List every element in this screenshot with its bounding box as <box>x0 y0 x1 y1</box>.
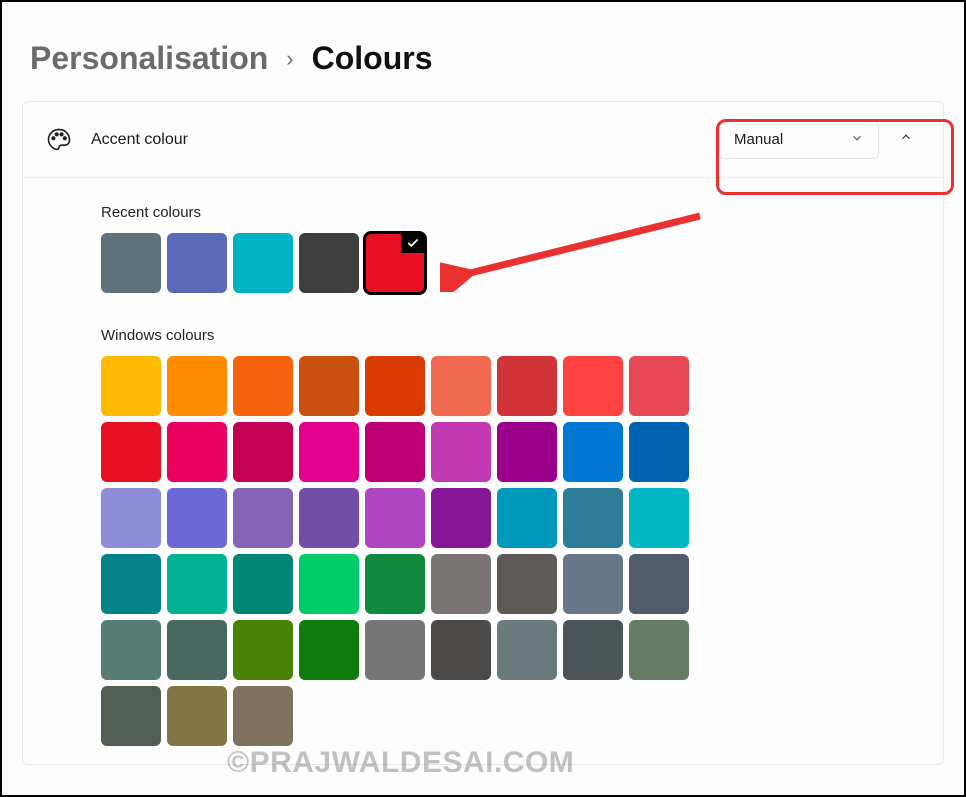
windows-colour-swatch[interactable] <box>431 488 491 548</box>
windows-colour-swatch[interactable] <box>629 422 689 482</box>
accent-colour-card: Accent colour Manual Recent colours Wind… <box>22 101 944 765</box>
windows-colour-swatch[interactable] <box>233 488 293 548</box>
windows-colour-swatch[interactable] <box>629 554 689 614</box>
recent-colours-label: Recent colours <box>101 204 921 221</box>
breadcrumb-parent[interactable]: Personalisation <box>30 40 268 77</box>
recent-colour-swatch[interactable] <box>365 233 425 293</box>
windows-colour-swatch[interactable] <box>497 620 557 680</box>
windows-colour-swatch[interactable] <box>365 620 425 680</box>
windows-colour-swatch[interactable] <box>299 620 359 680</box>
windows-colour-swatch[interactable] <box>497 488 557 548</box>
windows-colour-swatch[interactable] <box>101 686 161 746</box>
windows-colour-swatch[interactable] <box>431 356 491 416</box>
windows-colour-swatch[interactable] <box>101 488 161 548</box>
windows-colour-swatch[interactable] <box>563 356 623 416</box>
windows-colour-swatch[interactable] <box>101 422 161 482</box>
recent-colour-swatch[interactable] <box>299 233 359 293</box>
recent-colour-swatch[interactable] <box>101 233 161 293</box>
windows-colours-grid <box>101 356 711 746</box>
accent-colour-body: Recent colours Windows colours <box>23 178 943 764</box>
palette-icon <box>45 126 73 154</box>
windows-colour-swatch[interactable] <box>497 356 557 416</box>
windows-colour-swatch[interactable] <box>629 620 689 680</box>
windows-colour-swatch[interactable] <box>431 422 491 482</box>
windows-colour-swatch[interactable] <box>167 356 227 416</box>
recent-colour-swatch[interactable] <box>233 233 293 293</box>
windows-colour-swatch[interactable] <box>563 620 623 680</box>
windows-colour-swatch[interactable] <box>101 356 161 416</box>
windows-colour-swatch[interactable] <box>167 422 227 482</box>
chevron-right-icon: › <box>286 46 293 72</box>
windows-colour-swatch[interactable] <box>299 356 359 416</box>
breadcrumb: Personalisation › Colours <box>2 2 964 101</box>
windows-colours-label: Windows colours <box>101 327 921 344</box>
accent-mode-dropdown[interactable]: Manual <box>719 121 879 159</box>
windows-colour-swatch[interactable] <box>299 422 359 482</box>
windows-colour-swatch[interactable] <box>233 554 293 614</box>
windows-colour-swatch[interactable] <box>299 488 359 548</box>
accent-colour-header[interactable]: Accent colour Manual <box>23 102 943 178</box>
windows-colour-swatch[interactable] <box>299 554 359 614</box>
windows-colour-swatch[interactable] <box>365 422 425 482</box>
recent-colour-swatch[interactable] <box>167 233 227 293</box>
collapse-button[interactable] <box>891 124 921 155</box>
settings-page: Personalisation › Colours Accent colour … <box>0 0 966 797</box>
windows-colour-swatch[interactable] <box>233 422 293 482</box>
windows-colour-swatch[interactable] <box>365 356 425 416</box>
windows-colour-swatch[interactable] <box>365 488 425 548</box>
windows-colour-swatch[interactable] <box>431 554 491 614</box>
windows-colour-swatch[interactable] <box>233 356 293 416</box>
windows-colour-swatch[interactable] <box>563 422 623 482</box>
windows-colour-swatch[interactable] <box>233 620 293 680</box>
windows-colour-swatch[interactable] <box>101 554 161 614</box>
windows-colour-swatch[interactable] <box>167 488 227 548</box>
windows-colour-swatch[interactable] <box>497 422 557 482</box>
windows-colour-swatch[interactable] <box>497 554 557 614</box>
windows-colour-swatch[interactable] <box>629 488 689 548</box>
windows-colour-swatch[interactable] <box>101 620 161 680</box>
recent-colours-row <box>101 233 921 293</box>
windows-colour-swatch[interactable] <box>167 554 227 614</box>
windows-colour-swatch[interactable] <box>563 554 623 614</box>
checkmark-icon <box>401 233 425 253</box>
windows-colour-swatch[interactable] <box>629 356 689 416</box>
windows-colour-swatch[interactable] <box>431 620 491 680</box>
breadcrumb-current: Colours <box>312 40 433 77</box>
windows-colour-swatch[interactable] <box>365 554 425 614</box>
accent-mode-value: Manual <box>734 131 783 148</box>
accent-header-controls: Manual <box>719 121 921 159</box>
accent-colour-title: Accent colour <box>91 131 188 149</box>
windows-colour-swatch[interactable] <box>167 686 227 746</box>
windows-colour-swatch[interactable] <box>233 686 293 746</box>
windows-colour-swatch[interactable] <box>563 488 623 548</box>
chevron-down-icon <box>850 131 864 149</box>
windows-colour-swatch[interactable] <box>167 620 227 680</box>
